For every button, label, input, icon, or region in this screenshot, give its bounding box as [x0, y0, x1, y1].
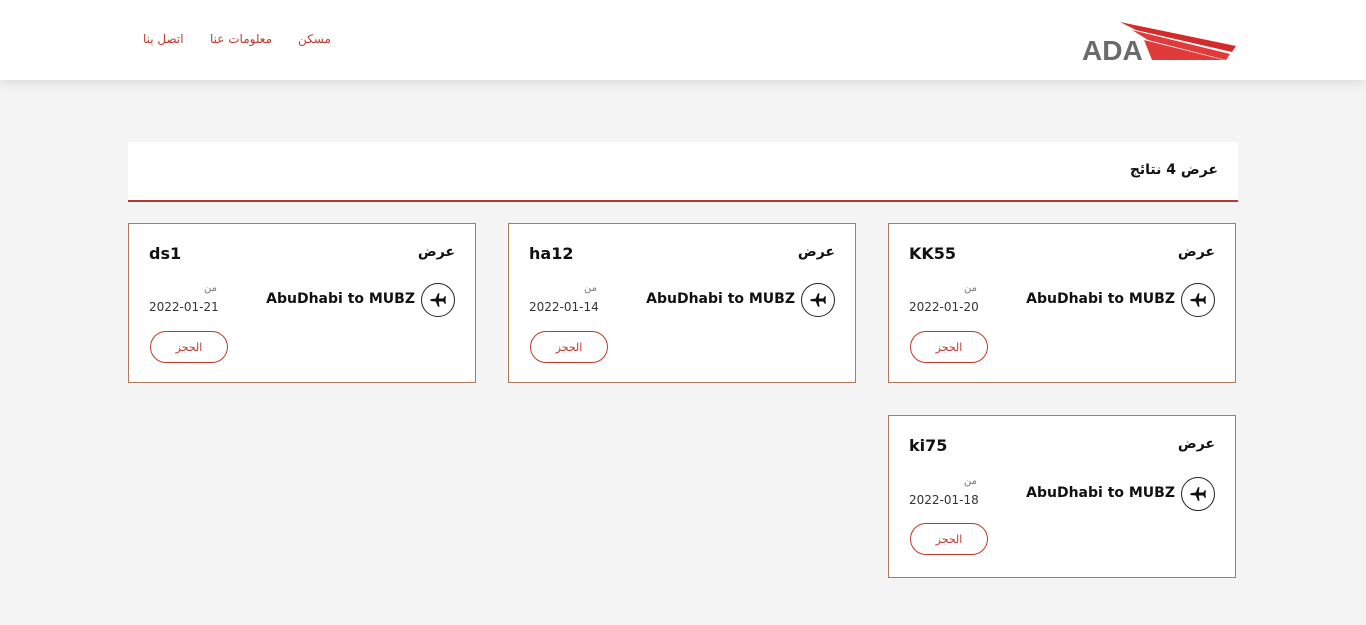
- flight-code: KK55: [909, 244, 957, 263]
- ada-logo[interactable]: ADA: [1080, 18, 1240, 64]
- book-button[interactable]: الحجز: [910, 331, 988, 363]
- offer-label: عرض: [1177, 436, 1215, 452]
- departure-date: 2022-01-21: [149, 300, 219, 314]
- site-header: مسكن معلومات عنا اتصل بنا ADA: [0, 0, 1366, 80]
- airplane-icon: [1181, 283, 1215, 317]
- nav-item-about[interactable]: معلومات عنا: [210, 32, 272, 46]
- route-text: AbuDhabi to MUBZ: [1026, 485, 1175, 501]
- route-text: AbuDhabi to MUBZ: [266, 291, 415, 307]
- offer-card: عرض ha12 AbuDhabi to MUBZ من 2022-01-14 …: [508, 223, 856, 383]
- from-label: من: [964, 476, 977, 487]
- logo-text: ADA: [1082, 35, 1143, 64]
- airplane-icon: [421, 283, 455, 317]
- offer-label: عرض: [417, 244, 455, 260]
- flight-code: ki75: [909, 436, 948, 455]
- offer-label: عرض: [1177, 244, 1215, 260]
- offer-card: عرض ds1 AbuDhabi to MUBZ من 2022-01-21 ا…: [128, 223, 476, 383]
- nav-item-home[interactable]: مسكن: [298, 32, 331, 46]
- offer-card: عرض KK55 AbuDhabi to MUBZ من 2022-01-20 …: [888, 223, 1236, 383]
- flight-code: ds1: [149, 244, 182, 263]
- offer-label: عرض: [797, 244, 835, 260]
- departure-date: 2022-01-20: [909, 300, 979, 314]
- departure-date: 2022-01-14: [529, 300, 599, 314]
- from-label: من: [964, 283, 977, 294]
- book-button[interactable]: الحجز: [150, 331, 228, 363]
- route-text: AbuDhabi to MUBZ: [1026, 291, 1175, 307]
- flight-code: ha12: [529, 244, 574, 263]
- results-count: عرض 4 نتائج: [1129, 162, 1218, 178]
- airplane-icon: [1181, 477, 1215, 511]
- offer-card: عرض ki75 AbuDhabi to MUBZ من 2022-01-18 …: [888, 415, 1236, 578]
- departure-date: 2022-01-18: [909, 493, 979, 507]
- from-label: من: [204, 283, 217, 294]
- nav-item-contact[interactable]: اتصل بنا: [143, 32, 184, 46]
- book-button[interactable]: الحجز: [910, 523, 988, 555]
- results-summary-bar: عرض 4 نتائج: [128, 142, 1238, 202]
- route-text: AbuDhabi to MUBZ: [646, 291, 795, 307]
- book-button[interactable]: الحجز: [530, 331, 608, 363]
- from-label: من: [584, 283, 597, 294]
- airplane-icon: [801, 283, 835, 317]
